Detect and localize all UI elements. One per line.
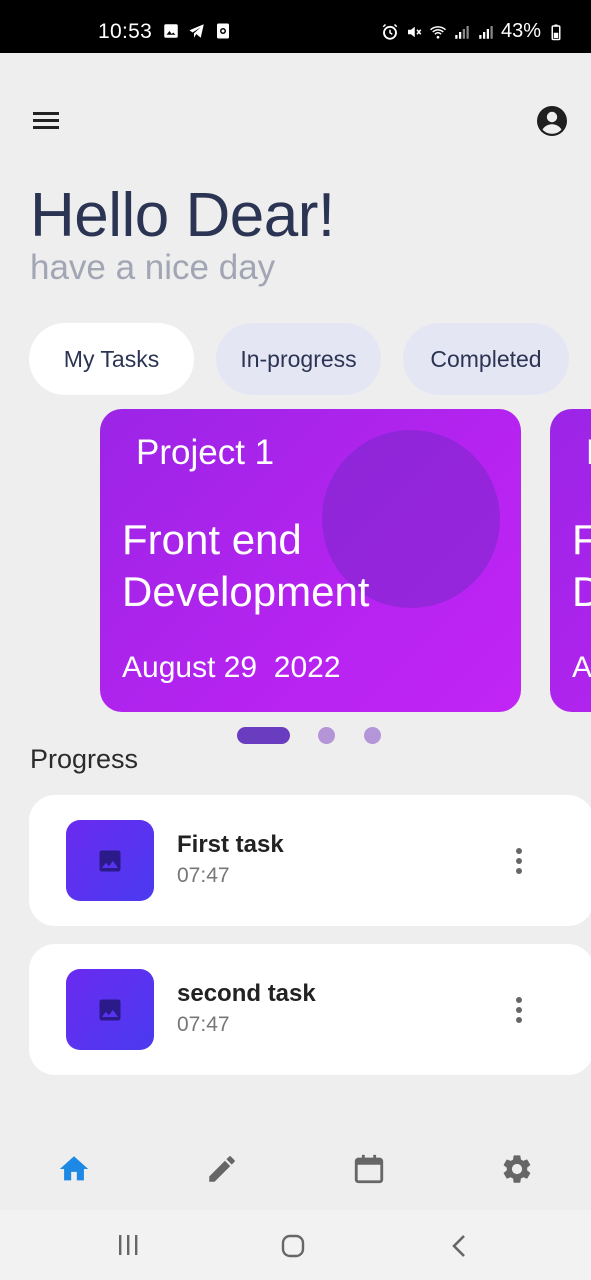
telegram-icon — [189, 24, 204, 38]
project-carousel[interactable]: Project 1 Front end Development August 2… — [0, 409, 591, 713]
wifi-icon — [429, 25, 446, 39]
status-notification-icons — [162, 22, 232, 40]
signal-icon — [479, 25, 493, 39]
carousel-dot[interactable] — [318, 727, 335, 744]
card-project-date: A — [572, 651, 591, 684]
recent-apps-icon[interactable] — [116, 1234, 140, 1256]
back-icon[interactable] — [450, 1234, 468, 1258]
greeting-title: Hello Dear! — [30, 181, 335, 250]
status-system-icons: 43% — [381, 20, 565, 43]
card-project-title: F D — [572, 516, 591, 615]
task-name: second task — [177, 980, 316, 1007]
task-item[interactable]: second task 07:47 — [29, 944, 591, 1075]
alarm-icon — [382, 23, 398, 40]
task-time: 07:47 — [177, 1013, 230, 1036]
card-project-date: August 29 2022 — [122, 651, 341, 684]
card-project-label: Project 1 — [136, 433, 275, 472]
progress-section-title: Progress — [30, 744, 139, 774]
image-icon — [164, 24, 178, 38]
system-navigation-bar — [0, 1210, 591, 1280]
tab-completed[interactable]: Completed — [403, 323, 569, 395]
battery-icon — [551, 24, 561, 40]
hamburger-menu-icon[interactable] — [30, 106, 62, 134]
app-top-bar — [0, 96, 591, 146]
carousel-dot[interactable] — [364, 727, 381, 744]
edit-icon[interactable] — [205, 1152, 239, 1186]
greeting-subtitle: have a nice day — [30, 248, 276, 287]
home-button-icon[interactable] — [281, 1234, 305, 1258]
task-thumbnail — [66, 969, 154, 1050]
card-project-label: P — [586, 433, 591, 473]
status-bar: 10:53 43% — [0, 0, 591, 53]
tab-my-tasks[interactable]: My Tasks — [29, 323, 194, 395]
bottom-navigation — [0, 1140, 591, 1210]
signal-icon — [455, 25, 469, 39]
project-card-next[interactable]: P F D A — [550, 409, 591, 712]
image-icon — [99, 999, 121, 1020]
mute-icon — [407, 26, 422, 37]
calendar-icon[interactable] — [352, 1152, 386, 1186]
card-project-title: Front end Development — [122, 516, 370, 615]
more-vert-icon[interactable] — [509, 994, 529, 1026]
task-item[interactable]: First task 07:47 — [29, 795, 591, 926]
task-name: First task — [177, 831, 284, 858]
task-thumbnail — [66, 820, 154, 901]
home-icon[interactable] — [57, 1152, 91, 1186]
project-card[interactable]: Project 1 Front end Development August 2… — [100, 409, 521, 712]
account-circle-icon[interactable] — [535, 104, 569, 138]
more-vert-icon[interactable] — [509, 845, 529, 877]
image-icon — [99, 850, 121, 871]
carousel-dot-active[interactable] — [237, 727, 290, 744]
settings-icon[interactable] — [500, 1152, 534, 1186]
screen-record-icon — [217, 23, 229, 39]
tab-in-progress[interactable]: In-progress — [216, 323, 381, 395]
battery-percent: 43% — [500, 20, 541, 42]
task-time: 07:47 — [177, 864, 230, 887]
status-time: 10:53 — [98, 20, 153, 43]
